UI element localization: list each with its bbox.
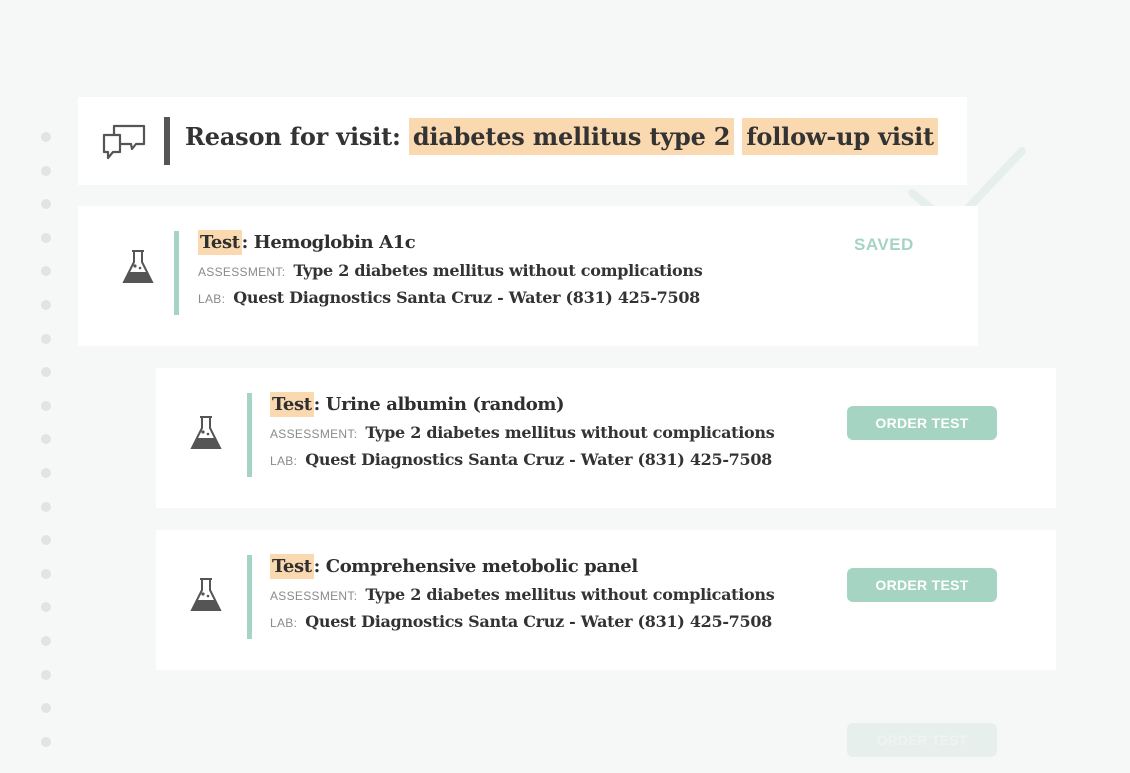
timeline-dot [41, 669, 51, 680]
flask-icon [122, 250, 154, 283]
timeline-dot [41, 232, 51, 243]
test-card: Test: Comprehensive metobolic panel ASSE… [156, 530, 1056, 670]
assessment-label: ASSESSMENT: [198, 265, 286, 279]
test-name: Hemoglobin A1c [253, 232, 416, 253]
test-name: Comprehensive metobolic panel [325, 556, 638, 577]
chat-bubbles-icon [102, 124, 146, 160]
lab-value: Quest Diagnostics Santa Cruz - Water (83… [233, 288, 700, 307]
timeline-dot [41, 703, 51, 714]
flask-icon [190, 416, 222, 449]
test-info: Test: Urine albumin (random) ASSESSMENT:… [270, 392, 775, 469]
reason-for-visit: Reason for visit: diabetes mellitus type… [185, 118, 938, 155]
assessment-value: Type 2 diabetes mellitus without complic… [365, 423, 775, 442]
lab-row: LAB: Quest Diagnostics Santa Cruz - Water… [270, 450, 774, 469]
assessment-value: Type 2 diabetes mellitus without complic… [365, 585, 775, 604]
test-card: Test: Urine albumin (random) ASSESSMENT:… [156, 368, 1056, 508]
assessment-row: ASSESSMENT: Type 2 diabetes mellitus with… [270, 585, 775, 604]
lab-row: LAB: Quest Diagnostics Santa Cruz - Water… [198, 288, 702, 307]
status-bar [174, 231, 179, 315]
timeline-dot [41, 199, 51, 210]
test-title: Test: Hemoglobin A1c [198, 230, 416, 255]
test-label: Test [270, 554, 314, 579]
timeline-dot [41, 568, 51, 579]
timeline-dot [41, 535, 51, 546]
timeline-dot [41, 501, 51, 512]
timeline-dot [41, 400, 51, 411]
lab-label: LAB: [198, 292, 226, 306]
reason-colon: : [392, 122, 401, 151]
timeline-dot [41, 467, 51, 478]
assessment-label: ASSESSMENT: [270, 589, 358, 603]
order-test-button[interactable]: ORDER TEST [847, 568, 997, 602]
reason-divider [164, 117, 170, 165]
assessment-value: Type 2 diabetes mellitus without complic… [293, 261, 703, 280]
timeline-dot [41, 266, 51, 277]
lab-value: Quest Diagnostics Santa Cruz - Water (83… [305, 612, 772, 631]
flask-icon [190, 578, 222, 611]
status-bar [247, 555, 252, 639]
assessment-label: ASSESSMENT: [270, 427, 358, 441]
assessment-row: ASSESSMENT: Type 2 diabetes mellitus with… [198, 261, 703, 280]
test-info: Test: Hemoglobin A1c ASSESSMENT: Type 2 d… [198, 230, 703, 307]
reason-label: Reason for visit [185, 122, 392, 151]
timeline-dots [41, 132, 53, 770]
faded-order-test-button[interactable]: ORDER TEST [847, 723, 997, 757]
test-title: Test: Comprehensive metobolic panel [270, 554, 638, 579]
timeline-dot [41, 333, 51, 344]
timeline-dot [41, 165, 51, 176]
test-label: Test [198, 230, 242, 255]
reason-tag[interactable]: diabetes mellitus type 2 [408, 118, 735, 155]
test-name: Urine albumin (random) [325, 394, 565, 415]
timeline-dot [41, 602, 51, 613]
assessment-row: ASSESSMENT: Type 2 diabetes mellitus with… [270, 423, 775, 442]
timeline-dot [41, 132, 51, 142]
lab-label: LAB: [270, 616, 298, 630]
timeline-dot [41, 635, 51, 646]
test-title: Test: Urine albumin (random) [270, 392, 565, 417]
timeline-dot [41, 736, 51, 747]
timeline-dot [41, 299, 51, 310]
lab-label: LAB: [270, 454, 298, 468]
saved-status: SAVED [854, 235, 914, 254]
test-info: Test: Comprehensive metobolic panel ASSE… [270, 554, 775, 631]
test-label: Test [270, 392, 314, 417]
test-card: Test: Hemoglobin A1c ASSESSMENT: Type 2 d… [78, 206, 978, 346]
lab-value: Quest Diagnostics Santa Cruz - Water (83… [305, 450, 772, 469]
order-test-button[interactable]: ORDER TEST [847, 406, 997, 440]
timeline-dot [41, 434, 51, 445]
timeline-dot [41, 367, 51, 378]
lab-row: LAB: Quest Diagnostics Santa Cruz - Water… [270, 612, 774, 631]
status-bar [247, 393, 252, 477]
